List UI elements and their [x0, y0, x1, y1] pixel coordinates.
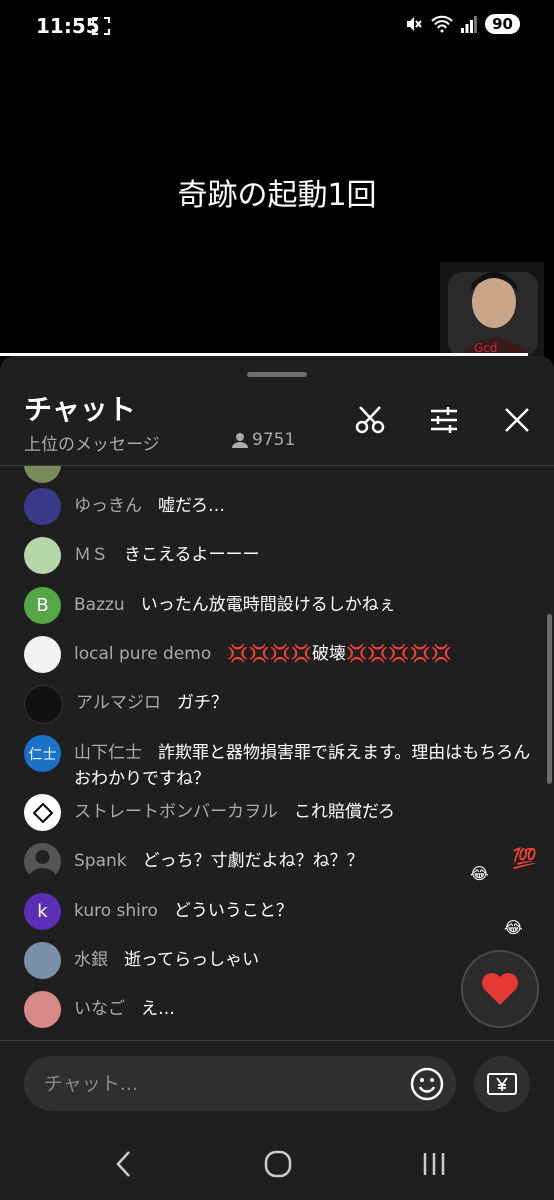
message-text: 逝ってらっしゃい: [124, 950, 260, 970]
back-icon: [116, 1151, 130, 1177]
status-icons: 90: [405, 14, 520, 34]
reaction-emoji: 😂: [470, 864, 489, 883]
message-author[interactable]: いなご: [74, 999, 125, 1019]
message-author[interactable]: local pure demo: [74, 644, 211, 664]
message-author[interactable]: kuro shiro: [74, 901, 158, 921]
chat-filter-label[interactable]: 上位のメッセージ: [24, 430, 160, 455]
diamond-logo-icon: [32, 802, 53, 823]
person-icon: [232, 433, 248, 448]
chat-input[interactable]: [42, 1069, 396, 1099]
list-item[interactable]: アルマジロ ガチ？: [24, 685, 534, 724]
mute-icon: [407, 17, 422, 31]
status-time: 11:55: [36, 14, 100, 38]
list-item[interactable]: ストレートボンバーカヲル これ賠償だろ: [24, 794, 534, 831]
avatar[interactable]: [24, 636, 61, 673]
message-text: ガチ？: [176, 693, 228, 713]
message-text: きこえるよーーー: [124, 545, 260, 565]
avatar[interactable]: B: [24, 587, 61, 624]
scissors-button[interactable]: [350, 400, 390, 440]
filter-settings-button[interactable]: [424, 400, 464, 440]
viewer-count: 9751: [232, 430, 295, 450]
list-item[interactable]: 仁士 山下仁士 詐欺罪と器物損害罪で訴えます。理由はもちろんおわかりですね？: [24, 735, 534, 792]
home-icon: [264, 1150, 292, 1178]
chat-scrollbar[interactable]: [547, 614, 552, 784]
message-text: 詐欺罪と器物損害罪で訴えます。理由はもちろんおわかりですね？: [74, 743, 531, 789]
super-chat-button[interactable]: [474, 1056, 530, 1112]
recents-icon: [423, 1153, 445, 1175]
message-author[interactable]: 水銀: [74, 950, 108, 970]
screenshot-icon: [92, 17, 110, 35]
list-item[interactable]: ゆっきん 嘘だろ…: [24, 488, 534, 525]
reaction-emoji: 😂: [504, 918, 523, 937]
scissors-icon: [355, 406, 385, 434]
avatar[interactable]: [24, 991, 61, 1028]
avatar[interactable]: [24, 794, 61, 831]
chat-panel: チャット 上位のメッセージ 9751 ゆっきん 嘘だろ… ＭＳ きこえるよーーー…: [0, 356, 554, 1200]
list-item[interactable]: 水銀 逝ってらっしゃい: [24, 942, 534, 979]
message-author[interactable]: Spank: [74, 851, 127, 871]
video-player[interactable]: 奇跡の起動1回 Gcd: [0, 52, 554, 356]
avatar[interactable]: [24, 843, 61, 880]
system-nav-bar: [0, 1120, 554, 1200]
avatar[interactable]: [24, 942, 61, 979]
avatar[interactable]: [24, 537, 61, 574]
message-author[interactable]: ゆっきん: [74, 496, 142, 516]
avatar[interactable]: 仁士: [24, 735, 61, 772]
message-text: どっち？寸劇だよね？ね？？: [142, 851, 364, 871]
home-button[interactable]: [258, 1146, 298, 1182]
yen-icon: [487, 1073, 517, 1095]
reaction-emoji: 💯: [512, 846, 537, 870]
chat-title: チャット: [24, 393, 136, 426]
message-author[interactable]: Bazzu: [74, 595, 125, 615]
default-user-icon: [28, 850, 57, 880]
viewer-count-value: 9751: [252, 430, 296, 450]
list-item[interactable]: k kuro shiro どういうこと？: [24, 893, 534, 930]
video-caption: 奇跡の起動1回: [177, 178, 377, 213]
avatar[interactable]: k: [24, 893, 61, 930]
list-item[interactable]: local pure demo 💢💢💢💢破壊💢💢💢💢💢: [24, 636, 534, 673]
message-author[interactable]: ストレートボンバーカヲル: [74, 802, 278, 822]
recents-button[interactable]: [414, 1146, 454, 1182]
message-text: どういうこと？: [173, 901, 293, 921]
message-author[interactable]: 山下仁士: [74, 743, 142, 763]
webcam-overlay: Gcd: [440, 262, 544, 356]
back-button[interactable]: [104, 1146, 144, 1182]
chat-input-bar: [24, 1056, 456, 1111]
input-divider: [0, 1040, 554, 1041]
signal-icon: [461, 16, 478, 33]
avatar[interactable]: [24, 488, 61, 525]
chat-message-list[interactable]: ゆっきん 嘘だろ… ＭＳ きこえるよーーー B Bazzu いったん放電時間設けるしか…: [0, 466, 554, 1038]
message-author[interactable]: ＭＳ: [74, 545, 108, 565]
message-author[interactable]: アルマジロ: [76, 693, 161, 713]
drag-handle[interactable]: [247, 372, 307, 377]
heart-icon: [482, 973, 518, 1005]
sliders-icon: [431, 407, 457, 433]
battery-level: 90: [485, 14, 520, 34]
avatar[interactable]: [24, 685, 63, 724]
status-bar: 11:55 90: [0, 0, 554, 52]
close-icon: [505, 408, 529, 432]
message-text: 💢💢💢💢破壊💢💢💢💢💢: [227, 644, 452, 664]
list-item[interactable]: B Bazzu いったん放電時間設けるしかねぇ: [24, 587, 534, 624]
message-text: え…: [141, 999, 175, 1019]
list-item[interactable]: いなご え…: [24, 991, 534, 1028]
heart-reaction-button[interactable]: [461, 950, 539, 1028]
partial-avatar: [24, 466, 61, 483]
list-item[interactable]: ＭＳ きこえるよーーー: [24, 537, 534, 574]
list-item[interactable]: Spank どっち？寸劇だよね？ね？？: [24, 843, 534, 880]
message-text: これ賠償だろ: [294, 802, 395, 822]
message-text: いったん放電時間設けるしかねぇ: [140, 595, 396, 615]
message-text: 嘘だろ…: [158, 496, 225, 516]
close-chat-button[interactable]: [497, 400, 537, 440]
emoji-icon[interactable]: [410, 1067, 444, 1101]
wifi-icon: [431, 15, 453, 33]
